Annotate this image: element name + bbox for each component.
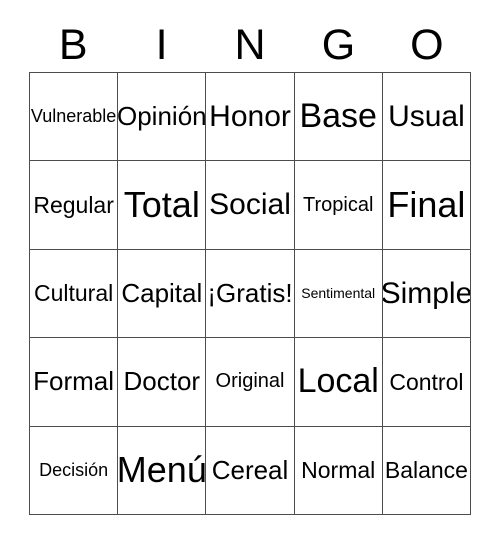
bingo-cell-g3[interactable]: Sentimental (294, 249, 383, 339)
header-letter-b: B (58, 20, 88, 69)
bingo-cell-label: Sentimental (301, 285, 376, 302)
bingo-cell-label: Usual (388, 99, 465, 133)
bingo-cell-label: Social (209, 188, 291, 222)
bingo-cell-label: Tropical (303, 193, 374, 216)
bingo-cell-label: Final (387, 184, 466, 226)
bingo-grid: Vulnerable Opinión Honor Base Usual Regu… (29, 72, 472, 516)
bingo-cell-label: Simple (382, 276, 472, 310)
header-letter-o: O (410, 20, 444, 69)
bingo-cell-o1[interactable]: Usual (382, 73, 472, 162)
free-space-label: ¡Gratis! (207, 277, 293, 308)
bingo-cell-label: Formal (33, 366, 115, 397)
bingo-cell-label: Normal (301, 457, 376, 484)
bingo-cell-o5[interactable]: Balance (382, 426, 472, 516)
bingo-card: B I N G O Vulnerable Opinión Honor Base … (0, 0, 500, 544)
header-letter-n: N (234, 20, 266, 69)
bingo-row: Decisión Menú Cereal Normal Balance (30, 426, 472, 516)
bingo-cell-n2[interactable]: Social (206, 161, 295, 250)
bingo-cell-label: Cultural (33, 280, 114, 307)
header-letter-g: G (321, 20, 356, 69)
bingo-cell-g2[interactable]: Tropical (294, 161, 383, 250)
bingo-cell-label: Decisión (39, 459, 109, 480)
bingo-cell-b5[interactable]: Decisión (30, 426, 119, 516)
bingo-cell-label: Vulnerable (30, 106, 117, 127)
bingo-cell-i4[interactable]: Doctor (118, 338, 207, 427)
bingo-cell-label: Honor (209, 99, 291, 133)
bingo-cell-n5[interactable]: Cereal (206, 426, 295, 516)
bingo-cell-label: Control (389, 368, 464, 395)
bingo-cell-label: Regular (33, 192, 114, 219)
bingo-cell-label: Total (123, 184, 200, 226)
bingo-cell-label: Cereal (211, 454, 289, 485)
bingo-cell-o3[interactable]: Simple (382, 249, 472, 339)
bingo-cell-label: Doctor (123, 366, 201, 397)
bingo-row: Vulnerable Opinión Honor Base Usual (30, 73, 472, 162)
bingo-cell-n4[interactable]: Original (206, 338, 295, 427)
bingo-cell-label: Balance (384, 457, 468, 484)
bingo-cell-label: Base (299, 96, 377, 135)
bingo-cell-i3[interactable]: Capital (118, 249, 207, 339)
bingo-cell-b1[interactable]: Vulnerable (30, 73, 119, 162)
bingo-header-row: B I N G O (29, 18, 471, 72)
bingo-cell-label: Opinión (118, 101, 207, 132)
bingo-cell-g4[interactable]: Local (294, 338, 383, 427)
bingo-row: Formal Doctor Original Local Control (30, 338, 472, 427)
bingo-cell-label: Menú (118, 449, 207, 491)
bingo-cell-g5[interactable]: Normal (294, 426, 383, 516)
bingo-row: Regular Total Social Tropical Final (30, 161, 472, 250)
bingo-cell-g1[interactable]: Base (294, 73, 383, 162)
bingo-cell-label: Local (297, 362, 379, 401)
bingo-cell-label: Capital (121, 277, 203, 308)
bingo-cell-i1[interactable]: Opinión (118, 73, 207, 162)
bingo-row: Cultural Capital ¡Gratis! Sentimental Si… (30, 249, 472, 339)
bingo-cell-o2[interactable]: Final (382, 161, 472, 250)
bingo-cell-free-space[interactable]: ¡Gratis! (206, 249, 295, 339)
bingo-cell-i2[interactable]: Total (118, 161, 207, 250)
bingo-cell-b4[interactable]: Formal (30, 338, 119, 427)
bingo-cell-label: Original (215, 370, 285, 393)
bingo-cell-b3[interactable]: Cultural (30, 249, 119, 339)
header-letter-i: I (155, 20, 168, 69)
bingo-cell-o4[interactable]: Control (382, 338, 472, 427)
bingo-cell-b2[interactable]: Regular (30, 161, 119, 250)
bingo-cell-n1[interactable]: Honor (206, 73, 295, 162)
bingo-cell-i5[interactable]: Menú (118, 426, 207, 516)
